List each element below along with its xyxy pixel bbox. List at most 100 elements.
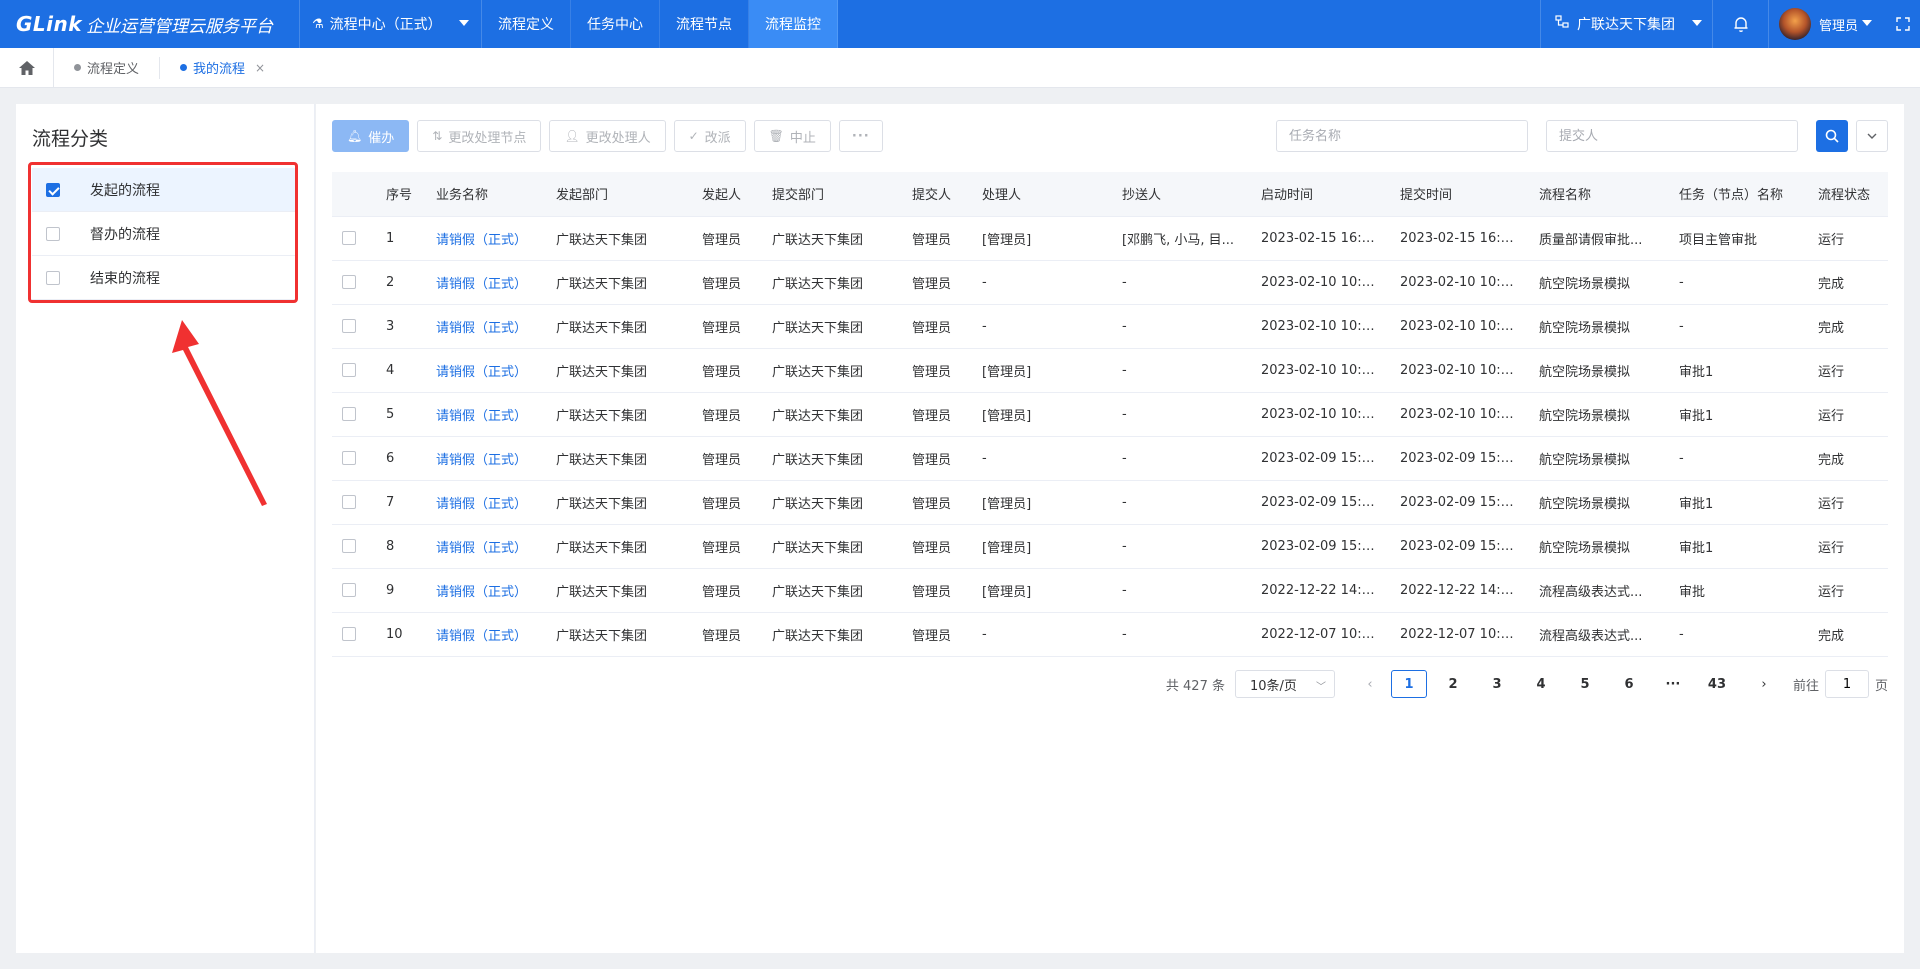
org-tree-icon <box>1555 15 1569 33</box>
table-cell: 航空院场景模拟 <box>1529 304 1669 349</box>
category-item-supervised[interactable]: 督办的流程 <box>32 212 296 256</box>
business-name-link[interactable]: 请销假（正式） <box>426 436 546 481</box>
row-checkbox[interactable] <box>342 627 356 641</box>
checkbox[interactable] <box>46 270 60 285</box>
table-row[interactable]: 6 请销假（正式） 广联达天下集团 管理员 广联达天下集团 管理员 - -2023-02-09… <box>332 436 1888 481</box>
change-node-label: 更改处理节点 <box>448 130 527 146</box>
next-page-icon[interactable]: › <box>1749 677 1779 692</box>
change-handler-button[interactable]: 👤︎ 更改处理人 <box>549 120 666 152</box>
page-button[interactable]: 1 <box>1390 670 1427 698</box>
table-cell: 航空院场景模拟 <box>1529 524 1669 569</box>
category-item-ended[interactable]: 结束的流程 <box>32 256 296 300</box>
page-button[interactable]: 43 <box>1699 670 1735 698</box>
terminate-button[interactable]: 🗑︎ 中止 <box>753 120 831 152</box>
category-item-initiated[interactable]: 发起的流程 <box>32 168 296 212</box>
table-cell: 广联达天下集团 <box>762 568 902 613</box>
row-checkbox[interactable] <box>342 275 356 289</box>
business-name-link[interactable]: 请销假（正式） <box>426 216 546 261</box>
table-cell: 管理员 <box>902 348 972 393</box>
reassign-button[interactable]: ✓ 改派 <box>673 120 746 152</box>
goto-page-input[interactable] <box>1824 670 1869 698</box>
business-name-link[interactable]: 请销假（正式） <box>426 524 546 569</box>
business-name-link[interactable]: 请销假（正式） <box>426 480 546 525</box>
row-checkbox-cell <box>332 392 376 437</box>
tab-my-process[interactable]: 我的流程 × <box>160 57 285 79</box>
task-name-input[interactable] <box>1276 120 1528 152</box>
table-cell: 运行 <box>1808 480 1888 525</box>
table-row[interactable]: 2 请销假（正式） 广联达天下集团 管理员 广联达天下集团 管理员 - -2023-02-10… <box>332 260 1888 305</box>
row-checkbox[interactable] <box>342 495 356 509</box>
business-name-link[interactable]: 请销假（正式） <box>426 304 546 349</box>
nav-process-monitor[interactable]: 流程监控 <box>749 0 838 48</box>
fullscreen-icon[interactable] <box>1886 0 1920 48</box>
row-checkbox[interactable] <box>342 363 356 377</box>
checkbox[interactable] <box>46 226 60 241</box>
prev-page-icon[interactable]: ‹ <box>1355 677 1385 692</box>
table-row[interactable]: 7 请销假（正式） 广联达天下集团 管理员 广联达天下集团 管理员 [管理员] -2023-0… <box>332 480 1888 525</box>
table-cell: 管理员 <box>692 524 762 569</box>
page-button[interactable]: 4 <box>1523 670 1559 698</box>
page-button[interactable]: 3 <box>1479 670 1515 698</box>
table-row[interactable]: 3 请销假（正式） 广联达天下集团 管理员 广联达天下集团 管理员 - -2023-02-10… <box>332 304 1888 349</box>
business-name-link[interactable]: 请销假（正式） <box>426 612 546 657</box>
submitter-input[interactable] <box>1546 120 1798 152</box>
business-name-link[interactable]: 请销假（正式） <box>426 392 546 437</box>
business-name-link[interactable]: 请销假（正式） <box>426 568 546 613</box>
avatar <box>1779 8 1811 40</box>
page-button[interactable]: 2 <box>1435 670 1471 698</box>
more-button[interactable]: ··· <box>838 120 883 152</box>
table-header-row: 序号 业务名称 发起部门 发起人 提交部门 提交人 处理人 抄送人 启动时间 提交时间 流程名称 任务… <box>332 172 1888 217</box>
row-checkbox[interactable] <box>342 231 356 245</box>
row-checkbox[interactable] <box>342 319 356 333</box>
row-checkbox[interactable] <box>342 407 356 421</box>
row-checkbox[interactable] <box>342 539 356 553</box>
row-checkbox-cell <box>332 216 376 261</box>
table-cell: [管理员] <box>972 480 1112 525</box>
tab-process-definition[interactable]: 流程定义 <box>54 56 161 79</box>
change-node-button[interactable]: ⇅ 更改处理节点 <box>417 120 542 152</box>
page-button[interactable]: 6 <box>1611 670 1647 698</box>
search-button[interactable] <box>1816 120 1848 152</box>
platform-name: 企业运营管理云服务平台 <box>86 16 274 37</box>
action-toolbar: 🔔︎ 催办 ⇅ 更改处理节点 👤︎ 更改处理人 ✓ 改派 🗑︎ 中止 ··· <box>332 120 883 152</box>
submitter-search <box>1546 120 1798 152</box>
terminate-label: 中止 <box>789 130 816 146</box>
home-icon[interactable] <box>0 47 54 88</box>
table-row[interactable]: 8 请销假（正式） 广联达天下集团 管理员 广联达天下集团 管理员 [管理员] -2023-0… <box>332 524 1888 569</box>
table-cell: 8 <box>376 524 426 569</box>
close-icon[interactable]: × <box>255 61 265 75</box>
urge-button[interactable]: 🔔︎ 催办 <box>332 120 410 152</box>
nav-task-center[interactable]: 任务中心 <box>571 0 660 48</box>
logo[interactable]: GLink 企业运营管理云服务平台 <box>0 0 300 48</box>
check-icon: ✓ <box>688 129 699 143</box>
table-row[interactable]: 10 请销假（正式） 广联达天下集团 管理员 广联达天下集团 管理员 - -2022-12-0… <box>332 612 1888 657</box>
column-header: 流程状态 <box>1808 172 1888 217</box>
nav-process-nodes[interactable]: 流程节点 <box>660 0 749 48</box>
app-selector[interactable]: ⚗ 流程中心（正式） <box>300 0 482 48</box>
table-cell: 管理员 <box>692 392 762 437</box>
table-cell: 完成 <box>1808 260 1888 305</box>
business-name-link[interactable]: 请销假（正式） <box>426 348 546 393</box>
more-pages-icon[interactable]: ··· <box>1655 670 1691 698</box>
org-selector[interactable]: 广联达天下集团 <box>1540 0 1712 48</box>
table-row[interactable]: 9 请销假（正式） 广联达天下集团 管理员 广联达天下集团 管理员 [管理员] -2022-1… <box>332 568 1888 613</box>
row-checkbox[interactable] <box>342 451 356 465</box>
business-name-link[interactable]: 请销假（正式） <box>426 260 546 305</box>
user-menu[interactable]: 管理员 <box>1768 0 1886 48</box>
checkbox[interactable] <box>46 182 60 197</box>
row-checkbox[interactable] <box>342 583 356 597</box>
table-row[interactable]: 5 请销假（正式） 广联达天下集团 管理员 广联达天下集团 管理员 [管理员] -2023-0… <box>332 392 1888 437</box>
nav-process-definition[interactable]: 流程定义 <box>482 0 571 48</box>
table-row[interactable]: 4 请销假（正式） 广联达天下集团 管理员 广联达天下集团 管理员 [管理员] -2023-0… <box>332 348 1888 393</box>
expand-filter-button[interactable] <box>1856 120 1888 152</box>
notification-bell-icon[interactable] <box>1712 0 1768 48</box>
table-cell: 2023-02-10 10:1... <box>1251 348 1390 393</box>
table-row[interactable]: 1 请销假（正式） 广联达天下集团 管理员 广联达天下集团 管理员 [管理员] [邓鹏飞, 小… <box>332 216 1888 261</box>
table-cell: 管理员 <box>902 304 972 349</box>
row-checkbox-cell <box>332 524 376 569</box>
table-cell: 运行 <box>1808 568 1888 613</box>
page-size-select[interactable]: 10条/页 ﹀ <box>1234 670 1335 698</box>
page-button[interactable]: 5 <box>1567 670 1603 698</box>
table-cell: 运行 <box>1808 216 1888 261</box>
table-cell: 2023-02-10 10:1... <box>1251 392 1390 437</box>
